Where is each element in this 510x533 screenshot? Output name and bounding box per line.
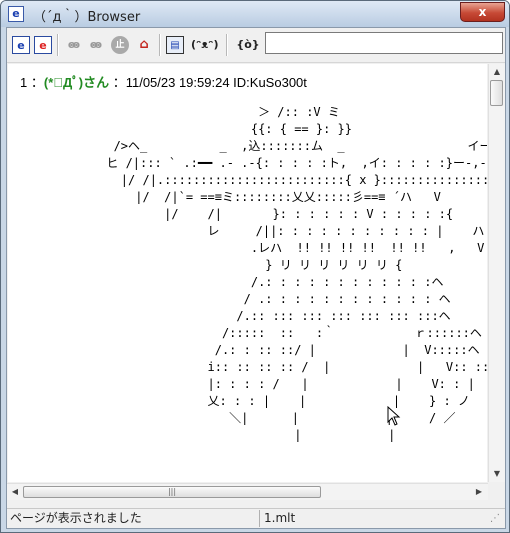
toolbar-separator: [159, 34, 161, 56]
favorites-cat-icon[interactable]: (ᵔᴥᵔ): [191, 36, 219, 54]
app-icon[interactable]: e: [8, 6, 24, 22]
ascii-art-body: ＞ /:: :V ミ {{: { == }: }} />ヘ_ _ ,込:::::…: [106, 105, 487, 442]
vertical-scroll-thumb[interactable]: [490, 80, 503, 106]
post-date-id: ：11/05/23 19:59:24 ID:KuSo300t: [109, 75, 307, 90]
toolbar-separator: [57, 34, 59, 56]
resize-grip-icon[interactable]: ⋰: [490, 513, 500, 524]
scroll-right-arrow[interactable]: ▶: [471, 484, 487, 500]
reload-icon[interactable]: e: [34, 36, 52, 54]
window-title: （´д｀）Browser: [33, 10, 141, 25]
close-button[interactable]: x: [460, 2, 505, 22]
home-icon[interactable]: ⌂: [135, 36, 153, 54]
vertical-scrollbar[interactable]: ▲ ▼: [488, 64, 505, 482]
thread-list-icon[interactable]: ▤: [166, 36, 184, 54]
scrollbar-corner: [488, 483, 505, 499]
nav-forward-icon[interactable]: ꙭ: [87, 36, 105, 54]
scroll-left-arrow[interactable]: ◀: [7, 484, 23, 500]
browser-window: e （´д｀）Browser x e e ꙭ ꙭ 止 ⌂ ▤ (ᵔᴥᵔ) {ò}…: [0, 0, 510, 533]
scroll-down-arrow[interactable]: ▼: [489, 466, 505, 482]
status-divider: [259, 510, 260, 527]
status-bar: ページが表示されました 1.mlt ⋰: [7, 508, 505, 528]
status-message: ページが表示されました: [10, 511, 142, 525]
title-bar[interactable]: e （´д｀）Browser x: [1, 1, 509, 27]
stop-icon[interactable]: 止: [111, 36, 129, 54]
settings-cat-icon[interactable]: {ò}: [235, 36, 261, 54]
address-input[interactable]: [265, 32, 503, 54]
post-separator: ：: [27, 75, 44, 90]
status-file: 1.mlt: [264, 511, 296, 525]
horizontal-scroll-thumb[interactable]: |||: [23, 486, 321, 498]
thread-view[interactable]: 1 ：(*ﾟДﾟ)さん ：11/05/23 19:59:24 ID:KuSo30…: [8, 64, 487, 482]
toolbar: e e ꙭ ꙭ 止 ⌂ ▤ (ᵔᴥᵔ) {ò}: [7, 28, 505, 63]
post-header: 1 ：(*ﾟДﾟ)さん ：11/05/23 19:59:24 ID:KuSo30…: [20, 72, 307, 91]
nav-back-icon[interactable]: ꙭ: [65, 36, 83, 54]
toolbar-separator: [226, 34, 228, 56]
post-author-name[interactable]: (*ﾟДﾟ)さん: [44, 75, 109, 90]
client-area: e e ꙭ ꙭ 止 ⌂ ▤ (ᵔᴥᵔ) {ò} 1 ：(*ﾟДﾟ)さん ：11/…: [6, 27, 506, 529]
scroll-up-arrow[interactable]: ▲: [489, 64, 505, 80]
horizontal-scrollbar[interactable]: ◀ ||| ▶: [7, 483, 488, 500]
mouse-cursor-icon: [387, 406, 401, 426]
back-thread-icon[interactable]: e: [12, 36, 30, 54]
